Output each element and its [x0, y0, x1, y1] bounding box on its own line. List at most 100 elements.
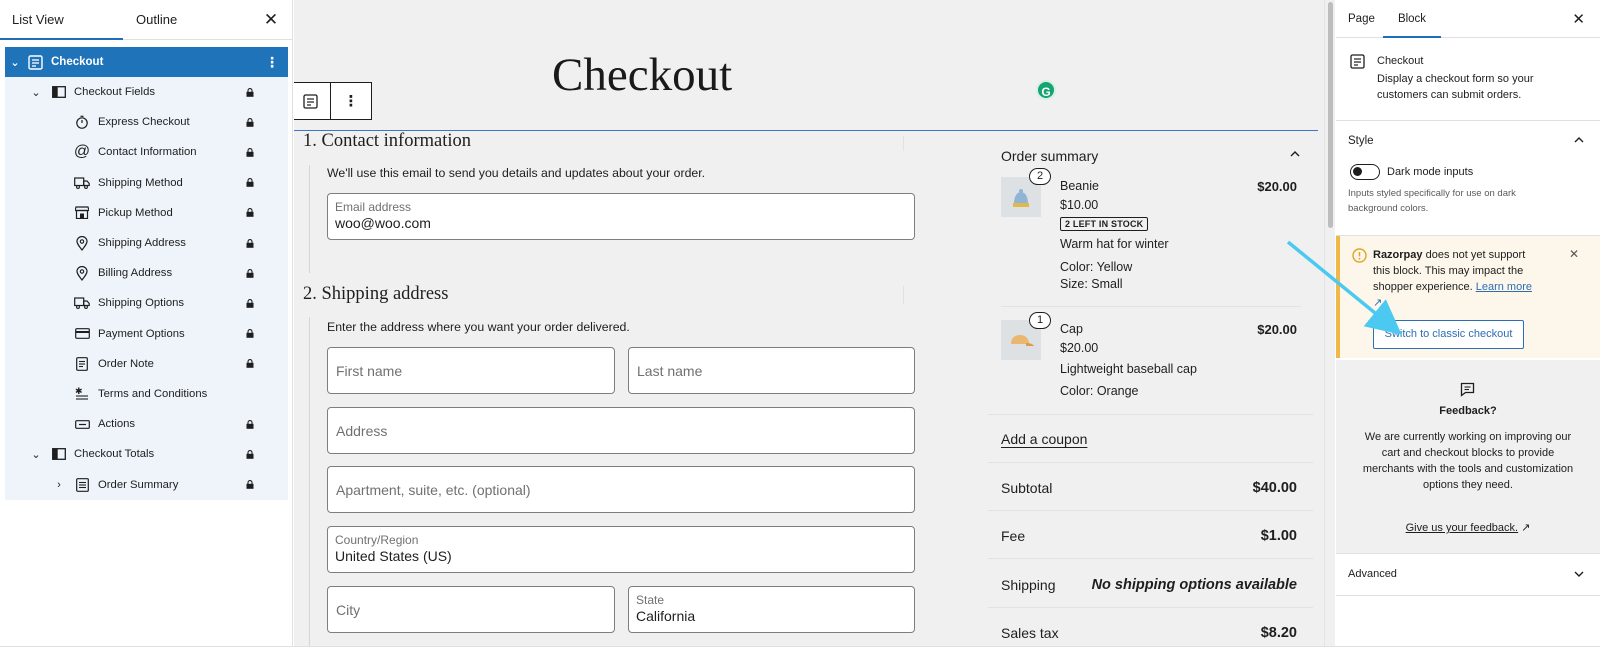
item-description: Warm hat for winter [1060, 237, 1169, 251]
settings-tabs: Page Block ✕ [1336, 0, 1600, 38]
tree-item-label: Pickup Method [98, 206, 173, 219]
chevron-up-icon[interactable] [1290, 151, 1300, 157]
chevron-right-icon[interactable]: › [53, 479, 65, 491]
block-type-button[interactable] [294, 83, 332, 119]
chevron-down-icon[interactable]: ⌄ [9, 56, 21, 69]
block-card-title: Checkout [1377, 55, 1424, 67]
tree-item-label: Payment Options [98, 327, 185, 340]
button-icon [74, 416, 90, 432]
tree-item-shipping-options[interactable]: Shipping Options [5, 288, 288, 318]
apartment-placeholder: Apartment, suite, etc. (optional) [336, 482, 531, 498]
block-card: Checkout Display a checkout form so your… [1336, 38, 1600, 121]
page-title[interactable]: Checkout [552, 48, 732, 102]
contact-section-title: 1. Contact information [303, 131, 472, 151]
tree-item-terms-and-conditions[interactable]: ✱ Terms and Conditions [5, 379, 288, 409]
dismiss-notice-icon[interactable]: ✕ [1569, 247, 1579, 261]
email-field-label: Email address [335, 200, 412, 214]
state-value: California [636, 608, 696, 624]
state-select[interactable]: State California [628, 586, 915, 633]
summary-icon [74, 477, 90, 493]
list-view-panel: List View Outline ✕ ⌄ Checkout ⋮ ⌄ Check… [0, 0, 293, 662]
apartment-field[interactable]: Apartment, suite, etc. (optional) [327, 466, 915, 513]
tree-item-label: Contact Information [98, 146, 197, 159]
more-options-icon[interactable]: ⋮ [265, 54, 279, 71]
city-field[interactable]: City [327, 586, 615, 633]
style-panel-title[interactable]: Style [1348, 135, 1374, 147]
checkout-block-icon [1350, 54, 1365, 69]
feedback-text: We are currently working on improving ou… [1362, 431, 1574, 491]
learn-more-link[interactable]: Learn more [1476, 281, 1532, 293]
tree-item-express-checkout[interactable]: Express Checkout [5, 107, 288, 137]
more-options-icon: ⋮ [343, 93, 359, 110]
canvas-scrollbar[interactable] [1324, 0, 1335, 662]
tree-item-shipping-method[interactable]: Shipping Method [5, 168, 288, 198]
tab-list-view[interactable]: List View [0, 0, 123, 40]
item-attribute: Color: Yellow [1060, 260, 1133, 274]
feedback-panel: Feedback? We are currently working on im… [1336, 360, 1600, 554]
chevron-up-icon[interactable] [1574, 137, 1584, 143]
last-name-field[interactable]: Last name [628, 347, 915, 394]
tree-item-billing-address[interactable]: Billing Address [5, 258, 288, 288]
tree-item-checkout[interactable]: ⌄ Checkout ⋮ [5, 47, 288, 77]
chevron-down-icon[interactable]: ⌄ [30, 86, 42, 99]
chevron-down-icon[interactable]: ⌄ [30, 448, 42, 461]
external-link-icon: ↗ [1373, 297, 1383, 309]
at-icon: @ [73, 143, 91, 161]
scrollbar-thumb[interactable] [1328, 2, 1333, 228]
email-field[interactable]: Email address woo@woo.com [327, 193, 915, 240]
tree-item-checkout-fields[interactable]: ⌄ Checkout Fields [5, 77, 288, 107]
country-select[interactable]: Country/Region United States (US) [327, 526, 915, 573]
incompatibility-notice: Razorpay does not yet support this block… [1336, 236, 1600, 358]
tree-item-actions[interactable]: Actions [5, 409, 288, 439]
checkout-block[interactable]: 1. Contact information We'll use this em… [294, 130, 1318, 662]
grammarly-icon[interactable]: G [1036, 80, 1056, 100]
give-feedback-link[interactable]: Give us your feedback. [1406, 522, 1519, 534]
sales-tax-value: $8.20 [1260, 625, 1297, 641]
lock-icon [246, 329, 254, 338]
divider [1001, 306, 1301, 307]
divider [988, 607, 1313, 608]
advanced-panel: Advanced [1336, 554, 1600, 596]
lock-icon [246, 117, 254, 127]
tab-block[interactable]: Block [1383, 0, 1441, 38]
close-icon[interactable]: ✕ [1572, 10, 1585, 28]
column-divider [903, 286, 904, 304]
order-summary-title[interactable]: Order summary [1001, 148, 1098, 164]
comment-icon [1460, 382, 1475, 397]
tree-item-contact-information[interactable]: @ Contact Information [5, 137, 288, 167]
first-name-field[interactable]: First name [327, 347, 615, 394]
tree-item-payment-options[interactable]: Payment Options [5, 319, 288, 349]
switch-to-classic-checkout-button[interactable]: Switch to classic checkout [1373, 320, 1524, 349]
tree-item-checkout-totals[interactable]: ⌄ Checkout Totals [5, 439, 288, 469]
country-value: United States (US) [335, 548, 452, 564]
dark-mode-toggle[interactable] [1350, 164, 1380, 180]
dark-mode-help: Inputs styled specifically for use on da… [1348, 188, 1516, 214]
tab-page[interactable]: Page [1348, 0, 1375, 38]
close-icon[interactable]: ✕ [262, 11, 280, 29]
column-divider [903, 136, 904, 151]
address-field[interactable]: Address [327, 407, 915, 454]
tree-item-label: Checkout Totals [74, 448, 155, 461]
divider [988, 462, 1313, 463]
credit-card-icon [74, 326, 90, 342]
quantity-badge: 2 [1029, 168, 1051, 185]
shipping-label: Shipping [1001, 577, 1056, 593]
lock-icon [246, 238, 254, 248]
tree-item-pickup-method[interactable]: Pickup Method [5, 198, 288, 228]
divider [988, 510, 1313, 511]
tree-item-shipping-address[interactable]: Shipping Address [5, 228, 288, 258]
chevron-down-icon[interactable] [1574, 571, 1584, 577]
warning-icon [1352, 248, 1367, 263]
stopwatch-icon [74, 114, 90, 130]
lock-icon [246, 480, 254, 489]
add-coupon-link[interactable]: Add a coupon [1001, 431, 1087, 447]
tree-item-order-summary[interactable]: › Order Summary [5, 469, 288, 499]
tab-outline[interactable]: Outline [124, 0, 189, 40]
item-total: $20.00 [1257, 179, 1297, 194]
section-divider [309, 165, 310, 273]
contact-description: We'll use this email to send you details… [327, 166, 706, 180]
more-options-button[interactable]: ⋮ [331, 83, 371, 119]
advanced-panel-title[interactable]: Advanced [1348, 568, 1397, 580]
columns-icon [51, 84, 67, 100]
tree-item-order-note[interactable]: Order Note [5, 349, 288, 379]
